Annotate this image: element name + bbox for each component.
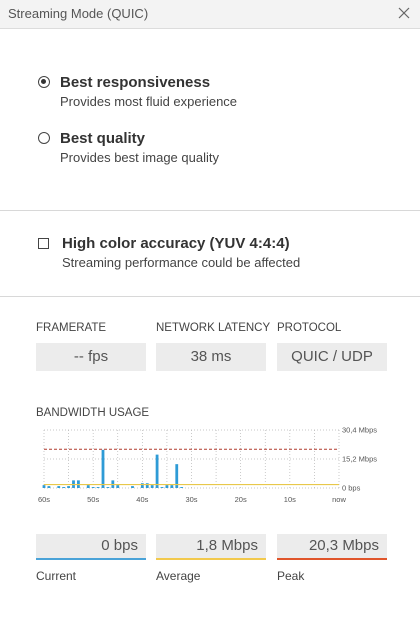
bandwidth-bar [165,485,169,488]
bandwidth-bar [170,485,174,488]
latency-label: NETWORK LATENCY [156,322,271,334]
bandwidth-bar [140,483,144,488]
bandwidth-bar [62,487,66,488]
option-subtitle: Provides best image quality [60,150,219,165]
option-title: Best quality [60,130,146,147]
bandwidth-bar [47,486,51,488]
peak-bandwidth-value: 20,3 Mbps [277,534,387,560]
close-button[interactable] [394,3,414,23]
bandwidth-bar [145,483,149,488]
option-title: Best responsiveness [60,74,211,91]
x-tick-label: 40s [136,495,148,504]
bandwidth-bar [86,485,90,488]
x-tick-label: 30s [185,495,197,504]
option-title: High color accuracy (YUV 4:4:4) [62,235,290,252]
x-tick-label: 60s [38,495,50,504]
x-tick-label: 10s [284,495,296,504]
bandwidth-bar [180,487,184,488]
current-bandwidth-caption: Current [36,569,77,583]
bandwidth-label: BANDWIDTH USAGE [36,407,150,419]
protocol-value: QUIC / UDP [277,343,387,371]
protocol-label: PROTOCOL [277,322,342,334]
radio-best-quality[interactable] [38,132,50,144]
high-color-accuracy-checkbox[interactable] [38,238,49,249]
average-bandwidth-caption: Average [156,569,201,583]
divider [0,296,420,297]
bandwidth-bar [106,487,110,488]
x-tick-label: 50s [87,495,99,504]
option-subtitle: Provides most fluid experience [60,94,238,109]
bandwidth-bar [150,485,154,488]
bandwidth-bar [160,487,164,488]
title-bar: Streaming Mode (QUIC) [0,0,420,29]
window-title: Streaming Mode (QUIC) [8,6,149,21]
bandwidth-chart: 30,4 Mbps 15,2 Mbps 0 bps 60s 50s 40s 30s 20s 10… [38,426,377,505]
framerate-label: FRAMERATE [36,322,107,334]
peak-bandwidth-caption: Peak [277,569,305,583]
current-bandwidth-value: 0 bps [36,534,146,560]
bandwidth-bar [67,486,70,488]
bandwidth-bar [116,485,120,488]
y-tick-label: 0 bps [342,484,361,493]
y-tick-label: 15,2 Mbps [342,455,377,464]
framerate-value: -- fps [36,343,146,371]
x-tick-label: 20s [235,495,247,504]
bandwidth-bar [96,487,100,488]
y-tick-label: 30,4 Mbps [342,426,377,435]
bandwidth-bar [101,449,105,488]
close-icon [398,7,410,19]
average-bandwidth-value: 1,8 Mbps [156,534,266,560]
divider [0,210,420,211]
latency-value: 38 ms [156,343,266,371]
x-tick-label: now [332,495,346,504]
bandwidth-bar [155,454,159,488]
bandwidth-bar [42,485,46,488]
bandwidth-bar [131,486,134,488]
bandwidth-bar [91,487,95,488]
radio-best-responsiveness[interactable] [38,76,50,88]
option-subtitle: Streaming performance could be affected [62,255,301,270]
bandwidth-bar [57,486,61,488]
